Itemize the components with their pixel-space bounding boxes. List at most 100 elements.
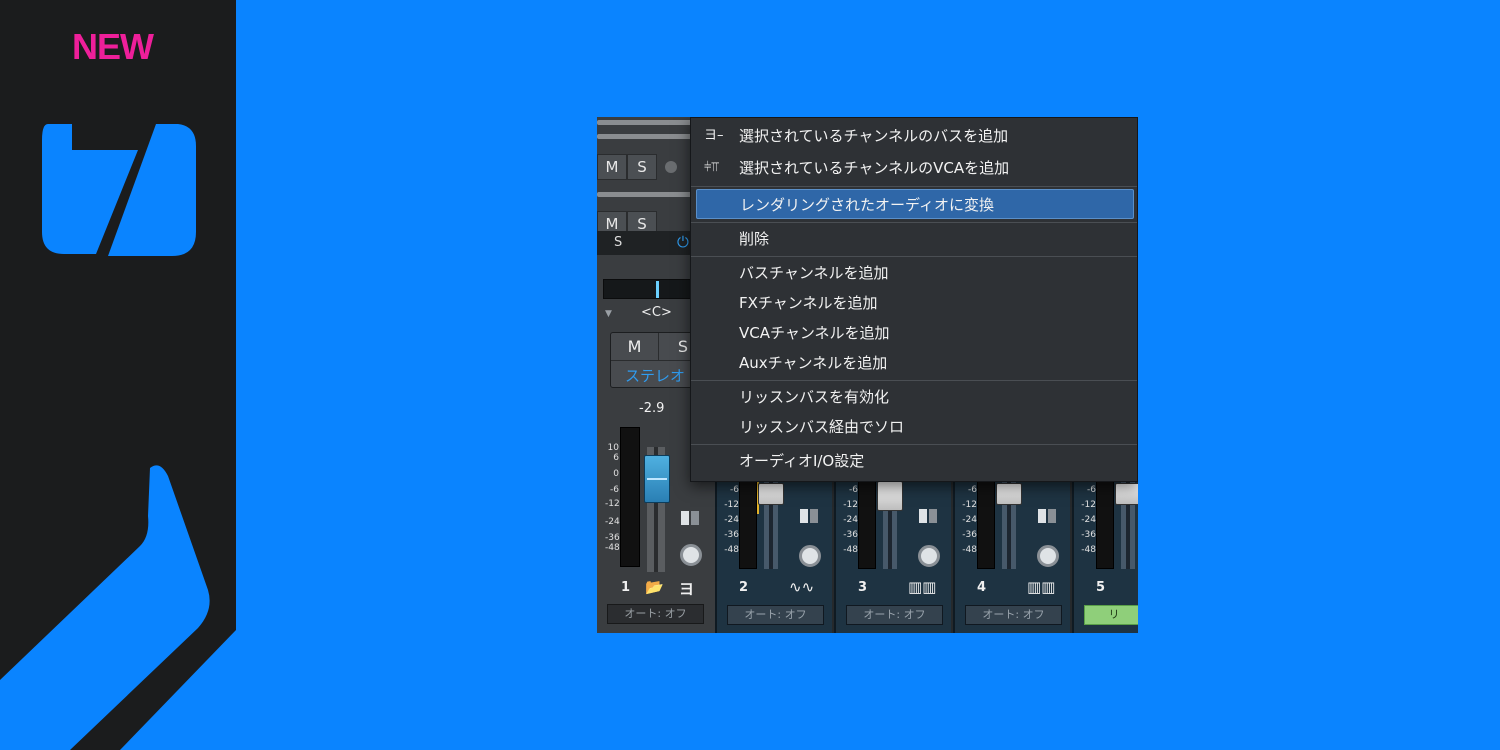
fader-cap[interactable] (644, 455, 670, 503)
volume-fader[interactable] (877, 479, 903, 569)
menu-item-label: Auxチャンネルを追加 (739, 354, 888, 372)
channel-strip-5: -6 -12 -24 -36 -48 5 リ (1072, 479, 1138, 633)
channel-number: 4 (977, 580, 987, 595)
level-meter (858, 479, 876, 569)
context-menu: ヨ– 選択されているチャンネルのバスを追加 ⫩⫪ 選択されているチャンネルのVCAを… (690, 117, 1138, 482)
menu-item-label: VCAチャンネルを追加 (739, 324, 890, 342)
menu-item-label: リッスンバスを有効化 (739, 388, 890, 406)
input-knob-icon[interactable] (680, 544, 702, 566)
stereo-link-icon[interactable] (800, 509, 818, 523)
pan-value: <C> (641, 305, 672, 320)
stereo-link-icon[interactable] (919, 509, 937, 523)
meter-scale: -6 -12 -24 -36 -48 (1081, 485, 1096, 555)
menu-separator (691, 444, 1137, 445)
menu-item-audio-io-setup[interactable]: オーディオI/O設定 (696, 446, 1134, 476)
pan-slider[interactable] (603, 279, 698, 299)
meter-scale-label: 10 (607, 443, 619, 453)
stereo-label[interactable]: ステレオ (625, 365, 685, 386)
waveform-icon[interactable]: ∿∿ (789, 578, 814, 596)
channel-number: 1 (621, 580, 631, 595)
menu-item-convert-to-rendered-audio[interactable]: レンダリングされたオーディオに変換 (696, 189, 1134, 219)
menu-separator (691, 186, 1137, 187)
meter-scale-label: 6 (613, 453, 619, 463)
mute-button[interactable]: M (597, 154, 627, 180)
fader-cap[interactable] (758, 483, 784, 505)
menu-item-enable-listen-bus[interactable]: リッスンバスを有効化 (696, 382, 1134, 412)
brand-sidebar: NEW (0, 0, 236, 750)
stereo-link-icon[interactable] (681, 511, 699, 525)
send-label: S (614, 235, 623, 250)
meter-scale-label: -12 (605, 499, 620, 509)
meter-scale-label: -24 (605, 517, 620, 527)
channel-number: 5 (1096, 580, 1106, 595)
stereo-link-icon[interactable] (1038, 509, 1056, 523)
expand-triangle-icon[interactable]: ▼ (605, 309, 612, 319)
menu-item-label: FXチャンネルを追加 (739, 294, 878, 312)
volume-readout: -2.9 (639, 401, 665, 416)
menu-item-add-aux-channel[interactable]: Auxチャンネルを追加 (696, 348, 1134, 378)
menu-item-label: リッスンバス経由でソロ (739, 418, 905, 436)
fader-cap[interactable] (1115, 483, 1138, 505)
menu-item-add-vca-channel[interactable]: VCAチャンネルを追加 (696, 318, 1134, 348)
menu-item-label: 削除 (739, 230, 770, 248)
menu-item-label: レンダリングされたオーディオに変換 (740, 196, 994, 214)
keyboard-icon[interactable]: ▥▥ (1027, 578, 1055, 596)
fader-cap[interactable] (996, 483, 1022, 505)
level-meter (977, 479, 995, 569)
divider (597, 134, 692, 139)
menu-item-delete[interactable]: 削除 (696, 224, 1134, 254)
mute-button[interactable]: M (611, 333, 659, 361)
bus-icon: ヨ– (704, 128, 724, 143)
vca-icon: ⫩⫪ (704, 160, 719, 175)
keyboard-icon[interactable]: ▥▥ (908, 578, 936, 596)
menu-item-label: オーディオI/O設定 (739, 452, 865, 470)
meter-scale: -6 -12 -24 -36 -48 (843, 485, 858, 555)
meter-scale: -6 -12 -24 -36 -48 (962, 485, 977, 555)
volume-fader[interactable] (1115, 479, 1138, 569)
automation-button[interactable]: リ (1084, 605, 1138, 625)
automation-button[interactable]: オート: オフ (727, 605, 824, 625)
automation-button[interactable]: オート: オフ (965, 605, 1062, 625)
divider (597, 120, 692, 125)
new-badge: NEW (72, 26, 154, 67)
input-knob-icon[interactable] (918, 545, 940, 567)
menu-item-add-fx-channel[interactable]: FXチャンネルを追加 (696, 288, 1134, 318)
level-meter (620, 427, 640, 567)
meter-scale-label: -36 (605, 533, 620, 543)
level-meter (1096, 479, 1114, 569)
level-meter (739, 479, 757, 569)
menu-item-solo-through-listen-bus[interactable]: リッスンバス経由でソロ (696, 412, 1134, 442)
meter-scale: -6 -12 -24 -36 -48 (724, 485, 739, 555)
automation-button[interactable]: オート: オフ (846, 605, 943, 625)
meter-scale-label: -6 (610, 485, 619, 495)
automation-button[interactable]: オート: オフ (607, 604, 704, 624)
logo-icon (42, 124, 196, 256)
volume-fader[interactable] (758, 479, 784, 569)
channel-strip-3: -6 -12 -24 -36 -48 3 ▥▥ オート: オフ (834, 479, 951, 633)
fader-cap[interactable] (877, 481, 903, 511)
menu-separator (691, 256, 1137, 257)
bus-icon[interactable]: ヨ (679, 578, 694, 599)
divider (597, 192, 692, 197)
menu-separator (691, 380, 1137, 381)
pan-indicator (656, 281, 659, 298)
menu-item-add-bus-channel[interactable]: バスチャンネルを追加 (696, 258, 1134, 288)
meter-scale-label: -48 (605, 543, 620, 553)
input-knob-icon[interactable] (799, 545, 821, 567)
folder-icon[interactable]: 📂 (645, 578, 664, 596)
channel-strip-2: -6 -12 -24 -36 -48 2 ∿∿ オート: オフ (715, 479, 832, 633)
record-dot-icon[interactable] (665, 161, 677, 173)
channel-strip-4: -6 -12 -24 -36 -48 4 ▥▥ オート: オフ (953, 479, 1070, 633)
menu-item-add-bus-for-selected[interactable]: ヨ– 選択されているチャンネルのバスを追加 (696, 121, 1134, 151)
meter-scale-label: 0 (613, 469, 619, 479)
mixer-screenshot: M S M S S ⏻ ▼ <C> M S ステレオ -2.9 10 6 0 -… (597, 117, 1138, 633)
menu-item-label: 選択されているチャンネルのバスを追加 (739, 127, 1009, 145)
mute-solo-row: M S (597, 154, 677, 180)
volume-fader[interactable] (996, 479, 1022, 569)
menu-item-label: 選択されているチャンネルのVCAを追加 (739, 159, 1010, 177)
input-knob-icon[interactable] (1037, 545, 1059, 567)
solo-button[interactable]: S (627, 154, 657, 180)
volume-fader[interactable] (644, 447, 670, 572)
menu-item-add-vca-for-selected[interactable]: ⫩⫪ 選択されているチャンネルのVCAを追加 (696, 153, 1134, 183)
power-icon[interactable]: ⏻ (677, 233, 689, 251)
